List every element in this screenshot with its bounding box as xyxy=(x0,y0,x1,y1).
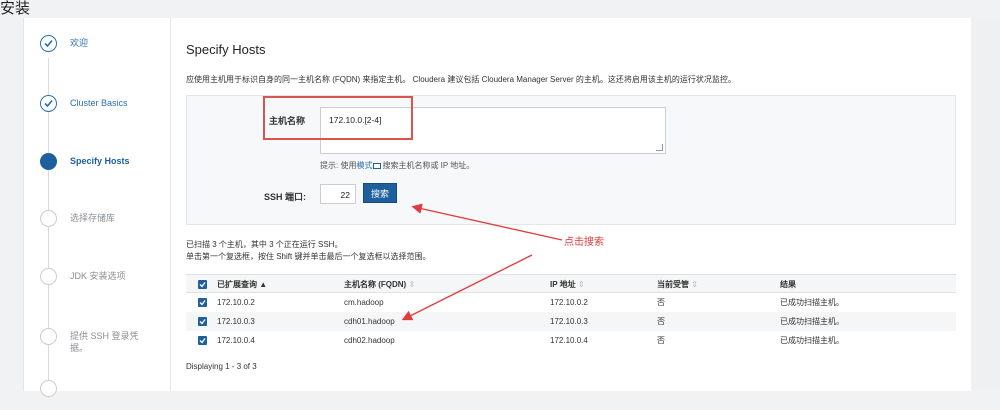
sort-icon: ⇕ xyxy=(408,280,416,289)
page-title: 安装 xyxy=(0,0,31,17)
sidebar-step-jdk[interactable]: JDK 安装选项 xyxy=(40,268,170,298)
annotation-click-search: 点击搜索 xyxy=(564,237,604,248)
row-checkbox[interactable] xyxy=(198,317,207,326)
main-content: Specify Hosts 应使用主机用于标识自身的同一主机名称 (FQDN) … xyxy=(186,18,961,391)
sidebar-step-repository[interactable]: 选择存储库 xyxy=(40,210,170,240)
red-highlight-box xyxy=(263,96,413,140)
pagination-summary: Displaying 1 - 3 of 3 xyxy=(186,362,257,371)
host-search-form: 主机名称 172.10.0.[2-4] 提示: 使用模式 搜索主机名称或 IP 地… xyxy=(186,95,956,225)
section-description: 应使用主机用于标识自身的同一主机名称 (FQDN) 来指定主机。 Clouder… xyxy=(186,75,736,84)
table-header-row: 已扩展查询 ▲ 主机名称 (FQDN) ⇕ IP 地址 ⇕ 当前受管 ⇕ 结果 xyxy=(186,274,956,293)
table-row[interactable]: 172.10.0.3 cdh01.hadoop 172.10.0.3 否 已成功… xyxy=(186,312,956,331)
scan-summary-line: 已扫描 3 个主机，其中 3 个正在运行 SSH。 xyxy=(186,240,343,249)
cell-ip: 172.10.0.3 xyxy=(550,317,588,326)
row-checkbox[interactable] xyxy=(198,298,207,307)
column-header-hostname[interactable]: 主机名称 (FQDN) ⇕ xyxy=(344,275,415,294)
cell-result: 已成功扫描主机。 xyxy=(780,336,844,345)
sort-asc-icon: ▲ xyxy=(259,280,268,289)
cell-result: 已成功扫描主机。 xyxy=(780,298,844,307)
ssh-port-input[interactable]: 22 xyxy=(320,184,356,204)
sidebar-step-next xyxy=(40,380,170,410)
check-circle-icon xyxy=(40,35,57,52)
cell-query: 172.10.0.3 xyxy=(217,317,255,326)
sidebar-step-label: Specify Hosts xyxy=(70,156,130,166)
sidebar-step-cluster-basics[interactable]: Cluster Basics xyxy=(40,95,170,125)
resize-handle-icon[interactable] xyxy=(656,144,663,151)
current-step-dot-icon xyxy=(40,153,57,170)
pending-step-circle-icon xyxy=(40,210,57,227)
wizard-sidebar: 欢迎 Cluster Basics Specify Hosts 选择存储库 JD… xyxy=(24,18,171,398)
column-header-query[interactable]: 已扩展查询 ▲ xyxy=(217,275,267,294)
cell-query: 172.10.0.4 xyxy=(217,336,255,345)
column-header-managed[interactable]: 当前受管 ⇕ xyxy=(657,275,698,294)
hint-prefix: 提示: 使用 xyxy=(320,161,357,170)
hint-suffix: 搜索主机名称或 IP 地址。 xyxy=(382,161,475,170)
sidebar-step-label: 欢迎 xyxy=(70,38,89,48)
sort-icon: ⇕ xyxy=(577,280,585,289)
cell-managed: 否 xyxy=(657,336,665,345)
sidebar-step-label: 提供 SSH 登录凭据。 xyxy=(70,331,139,353)
sidebar-step-label: Cluster Basics xyxy=(70,98,128,108)
select-all-checkbox[interactable] xyxy=(198,280,207,289)
scan-instructions: 单击第一个复选框，按住 Shift 键并单击最后一个复选框以选择范围。 xyxy=(186,252,431,261)
table-row[interactable]: 172.10.0.4 cdh02.hadoop 172.10.0.4 否 已成功… xyxy=(186,331,956,350)
table-row[interactable]: 172.10.0.2 cm.hadoop 172.10.0.2 否 已成功扫描主… xyxy=(186,293,956,312)
column-header-ip[interactable]: IP 地址 ⇕ xyxy=(550,275,585,294)
cell-hostname: cdh02.hadoop xyxy=(344,336,395,345)
search-hint: 提示: 使用模式 搜索主机名称或 IP 地址。 xyxy=(320,160,474,171)
section-heading: Specify Hosts xyxy=(186,42,266,57)
sort-icon: ⇕ xyxy=(691,280,698,289)
sidebar-step-specify-hosts[interactable]: Specify Hosts xyxy=(40,153,170,183)
pending-step-circle-icon xyxy=(40,328,57,345)
row-checkbox[interactable] xyxy=(198,336,207,345)
column-header-result[interactable]: 结果 xyxy=(780,275,796,294)
check-circle-icon xyxy=(40,95,57,112)
sidebar-step-ssh-credentials[interactable]: 提供 SSH 登录凭据。 xyxy=(40,328,170,368)
pattern-link[interactable]: 模式 xyxy=(356,161,372,170)
cell-managed: 否 xyxy=(657,298,665,307)
sidebar-step-label: JDK 安装选项 xyxy=(70,271,126,281)
install-wizard: 欢迎 Cluster Basics Specify Hosts 选择存储库 JD… xyxy=(23,18,971,398)
window-icon xyxy=(373,162,382,169)
sidebar-divider xyxy=(170,18,171,391)
cell-hostname: cdh01.hadoop xyxy=(344,317,395,326)
cell-managed: 否 xyxy=(657,317,665,326)
cell-ip: 172.10.0.4 xyxy=(550,336,588,345)
pending-step-circle-icon xyxy=(40,380,57,397)
cell-query: 172.10.0.2 xyxy=(217,298,255,307)
search-button[interactable]: 搜索 xyxy=(363,183,397,203)
scan-summary: 已扫描 3 个主机，其中 3 个正在运行 SSH。 单击第一个复选框，按住 Sh… xyxy=(186,239,430,263)
pending-step-circle-icon xyxy=(40,268,57,285)
ssh-port-label: SSH 端口: xyxy=(264,192,307,202)
cell-hostname: cm.hadoop xyxy=(344,298,384,307)
cell-ip: 172.10.0.2 xyxy=(550,298,588,307)
sidebar-step-welcome[interactable]: 欢迎 xyxy=(40,35,170,65)
cell-result: 已成功扫描主机。 xyxy=(780,317,844,326)
sidebar-step-label: 选择存储库 xyxy=(70,213,116,223)
right-gutter xyxy=(971,18,1000,391)
